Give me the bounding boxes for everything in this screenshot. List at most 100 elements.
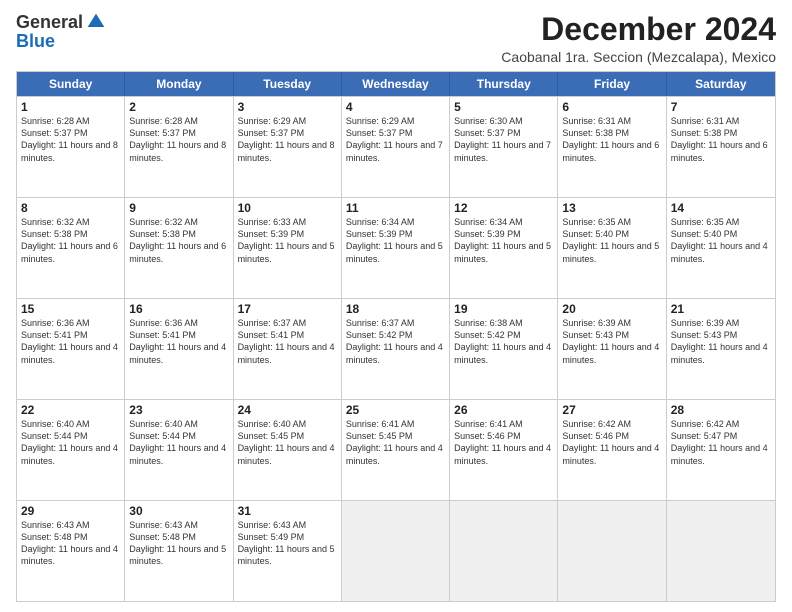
day-number: 9 bbox=[129, 201, 228, 215]
calendar-cell: 9 Sunrise: 6:32 AM Sunset: 5:38 PM Dayli… bbox=[125, 198, 233, 298]
calendar-cell: 13 Sunrise: 6:35 AM Sunset: 5:40 PM Dayl… bbox=[558, 198, 666, 298]
calendar-cell: 1 Sunrise: 6:28 AM Sunset: 5:37 PM Dayli… bbox=[17, 97, 125, 197]
calendar-cell: 30 Sunrise: 6:43 AM Sunset: 5:48 PM Dayl… bbox=[125, 501, 233, 601]
sunrise-text: Sunrise: 6:43 AM bbox=[238, 519, 337, 531]
calendar-cell: 23 Sunrise: 6:40 AM Sunset: 5:44 PM Dayl… bbox=[125, 400, 233, 500]
day-number: 1 bbox=[21, 100, 120, 114]
calendar-cell: 19 Sunrise: 6:38 AM Sunset: 5:42 PM Dayl… bbox=[450, 299, 558, 399]
sunrise-text: Sunrise: 6:36 AM bbox=[129, 317, 228, 329]
sunrise-text: Sunrise: 6:35 AM bbox=[671, 216, 771, 228]
daylight-text: Daylight: 11 hours and 4 minutes. bbox=[671, 341, 771, 365]
sunset-text: Sunset: 5:37 PM bbox=[346, 127, 445, 139]
day-number: 21 bbox=[671, 302, 771, 316]
sunset-text: Sunset: 5:37 PM bbox=[454, 127, 553, 139]
sunrise-text: Sunrise: 6:40 AM bbox=[238, 418, 337, 430]
sunrise-text: Sunrise: 6:37 AM bbox=[238, 317, 337, 329]
calendar-cell: 24 Sunrise: 6:40 AM Sunset: 5:45 PM Dayl… bbox=[234, 400, 342, 500]
daylight-text: Daylight: 11 hours and 5 minutes. bbox=[346, 240, 445, 264]
day-number: 8 bbox=[21, 201, 120, 215]
calendar-cell: 18 Sunrise: 6:37 AM Sunset: 5:42 PM Dayl… bbox=[342, 299, 450, 399]
day-number: 3 bbox=[238, 100, 337, 114]
sunrise-text: Sunrise: 6:28 AM bbox=[21, 115, 120, 127]
day-number: 14 bbox=[671, 201, 771, 215]
sunset-text: Sunset: 5:41 PM bbox=[129, 329, 228, 341]
sunrise-text: Sunrise: 6:43 AM bbox=[129, 519, 228, 531]
sunrise-text: Sunrise: 6:34 AM bbox=[454, 216, 553, 228]
calendar-cell: 11 Sunrise: 6:34 AM Sunset: 5:39 PM Dayl… bbox=[342, 198, 450, 298]
daylight-text: Daylight: 11 hours and 4 minutes. bbox=[129, 341, 228, 365]
header-day: Thursday bbox=[450, 72, 558, 96]
day-number: 5 bbox=[454, 100, 553, 114]
sunrise-text: Sunrise: 6:34 AM bbox=[346, 216, 445, 228]
calendar-cell: 17 Sunrise: 6:37 AM Sunset: 5:41 PM Dayl… bbox=[234, 299, 342, 399]
calendar-cell: 8 Sunrise: 6:32 AM Sunset: 5:38 PM Dayli… bbox=[17, 198, 125, 298]
daylight-text: Daylight: 11 hours and 5 minutes. bbox=[238, 543, 337, 567]
sunrise-text: Sunrise: 6:39 AM bbox=[671, 317, 771, 329]
sunset-text: Sunset: 5:43 PM bbox=[562, 329, 661, 341]
calendar-cell: 21 Sunrise: 6:39 AM Sunset: 5:43 PM Dayl… bbox=[667, 299, 775, 399]
daylight-text: Daylight: 11 hours and 5 minutes. bbox=[454, 240, 553, 264]
calendar-row: 29 Sunrise: 6:43 AM Sunset: 5:48 PM Dayl… bbox=[17, 500, 775, 601]
sunset-text: Sunset: 5:47 PM bbox=[671, 430, 771, 442]
day-number: 19 bbox=[454, 302, 553, 316]
daylight-text: Daylight: 11 hours and 4 minutes. bbox=[21, 543, 120, 567]
daylight-text: Daylight: 11 hours and 4 minutes. bbox=[238, 341, 337, 365]
daylight-text: Daylight: 11 hours and 4 minutes. bbox=[562, 442, 661, 466]
day-number: 16 bbox=[129, 302, 228, 316]
day-number: 28 bbox=[671, 403, 771, 417]
sunrise-text: Sunrise: 6:41 AM bbox=[346, 418, 445, 430]
daylight-text: Daylight: 11 hours and 4 minutes. bbox=[346, 341, 445, 365]
day-number: 4 bbox=[346, 100, 445, 114]
sunset-text: Sunset: 5:37 PM bbox=[129, 127, 228, 139]
daylight-text: Daylight: 11 hours and 6 minutes. bbox=[21, 240, 120, 264]
day-number: 7 bbox=[671, 100, 771, 114]
sunrise-text: Sunrise: 6:35 AM bbox=[562, 216, 661, 228]
calendar-body: 1 Sunrise: 6:28 AM Sunset: 5:37 PM Dayli… bbox=[17, 96, 775, 601]
calendar-cell: 7 Sunrise: 6:31 AM Sunset: 5:38 PM Dayli… bbox=[667, 97, 775, 197]
day-number: 6 bbox=[562, 100, 661, 114]
calendar-row: 8 Sunrise: 6:32 AM Sunset: 5:38 PM Dayli… bbox=[17, 197, 775, 298]
calendar-cell bbox=[667, 501, 775, 601]
sunrise-text: Sunrise: 6:30 AM bbox=[454, 115, 553, 127]
sunset-text: Sunset: 5:37 PM bbox=[238, 127, 337, 139]
daylight-text: Daylight: 11 hours and 4 minutes. bbox=[129, 442, 228, 466]
sunrise-text: Sunrise: 6:33 AM bbox=[238, 216, 337, 228]
day-number: 2 bbox=[129, 100, 228, 114]
sunrise-text: Sunrise: 6:37 AM bbox=[346, 317, 445, 329]
header-day: Sunday bbox=[17, 72, 125, 96]
location-title: Caobanal 1ra. Seccion (Mezcalapa), Mexic… bbox=[501, 49, 776, 65]
sunset-text: Sunset: 5:46 PM bbox=[562, 430, 661, 442]
day-number: 29 bbox=[21, 504, 120, 518]
sunset-text: Sunset: 5:39 PM bbox=[346, 228, 445, 240]
daylight-text: Daylight: 11 hours and 8 minutes. bbox=[129, 139, 228, 163]
header-day: Friday bbox=[558, 72, 666, 96]
day-number: 23 bbox=[129, 403, 228, 417]
sunset-text: Sunset: 5:44 PM bbox=[21, 430, 120, 442]
header-day: Tuesday bbox=[234, 72, 342, 96]
calendar-cell: 15 Sunrise: 6:36 AM Sunset: 5:41 PM Dayl… bbox=[17, 299, 125, 399]
daylight-text: Daylight: 11 hours and 4 minutes. bbox=[671, 240, 771, 264]
header-day: Wednesday bbox=[342, 72, 450, 96]
sunset-text: Sunset: 5:45 PM bbox=[238, 430, 337, 442]
day-number: 17 bbox=[238, 302, 337, 316]
sunset-text: Sunset: 5:45 PM bbox=[346, 430, 445, 442]
daylight-text: Daylight: 11 hours and 8 minutes. bbox=[21, 139, 120, 163]
header-day: Saturday bbox=[667, 72, 775, 96]
calendar-cell: 31 Sunrise: 6:43 AM Sunset: 5:49 PM Dayl… bbox=[234, 501, 342, 601]
sunrise-text: Sunrise: 6:43 AM bbox=[21, 519, 120, 531]
sunset-text: Sunset: 5:49 PM bbox=[238, 531, 337, 543]
sunrise-text: Sunrise: 6:32 AM bbox=[129, 216, 228, 228]
daylight-text: Daylight: 11 hours and 4 minutes. bbox=[21, 341, 120, 365]
sunrise-text: Sunrise: 6:42 AM bbox=[671, 418, 771, 430]
calendar-cell: 2 Sunrise: 6:28 AM Sunset: 5:37 PM Dayli… bbox=[125, 97, 233, 197]
sunset-text: Sunset: 5:44 PM bbox=[129, 430, 228, 442]
calendar: SundayMondayTuesdayWednesdayThursdayFrid… bbox=[16, 71, 776, 602]
calendar-cell: 27 Sunrise: 6:42 AM Sunset: 5:46 PM Dayl… bbox=[558, 400, 666, 500]
calendar-cell: 28 Sunrise: 6:42 AM Sunset: 5:47 PM Dayl… bbox=[667, 400, 775, 500]
calendar-cell: 29 Sunrise: 6:43 AM Sunset: 5:48 PM Dayl… bbox=[17, 501, 125, 601]
sunrise-text: Sunrise: 6:40 AM bbox=[21, 418, 120, 430]
calendar-cell: 20 Sunrise: 6:39 AM Sunset: 5:43 PM Dayl… bbox=[558, 299, 666, 399]
sunset-text: Sunset: 5:39 PM bbox=[454, 228, 553, 240]
day-number: 22 bbox=[21, 403, 120, 417]
calendar-row: 22 Sunrise: 6:40 AM Sunset: 5:44 PM Dayl… bbox=[17, 399, 775, 500]
